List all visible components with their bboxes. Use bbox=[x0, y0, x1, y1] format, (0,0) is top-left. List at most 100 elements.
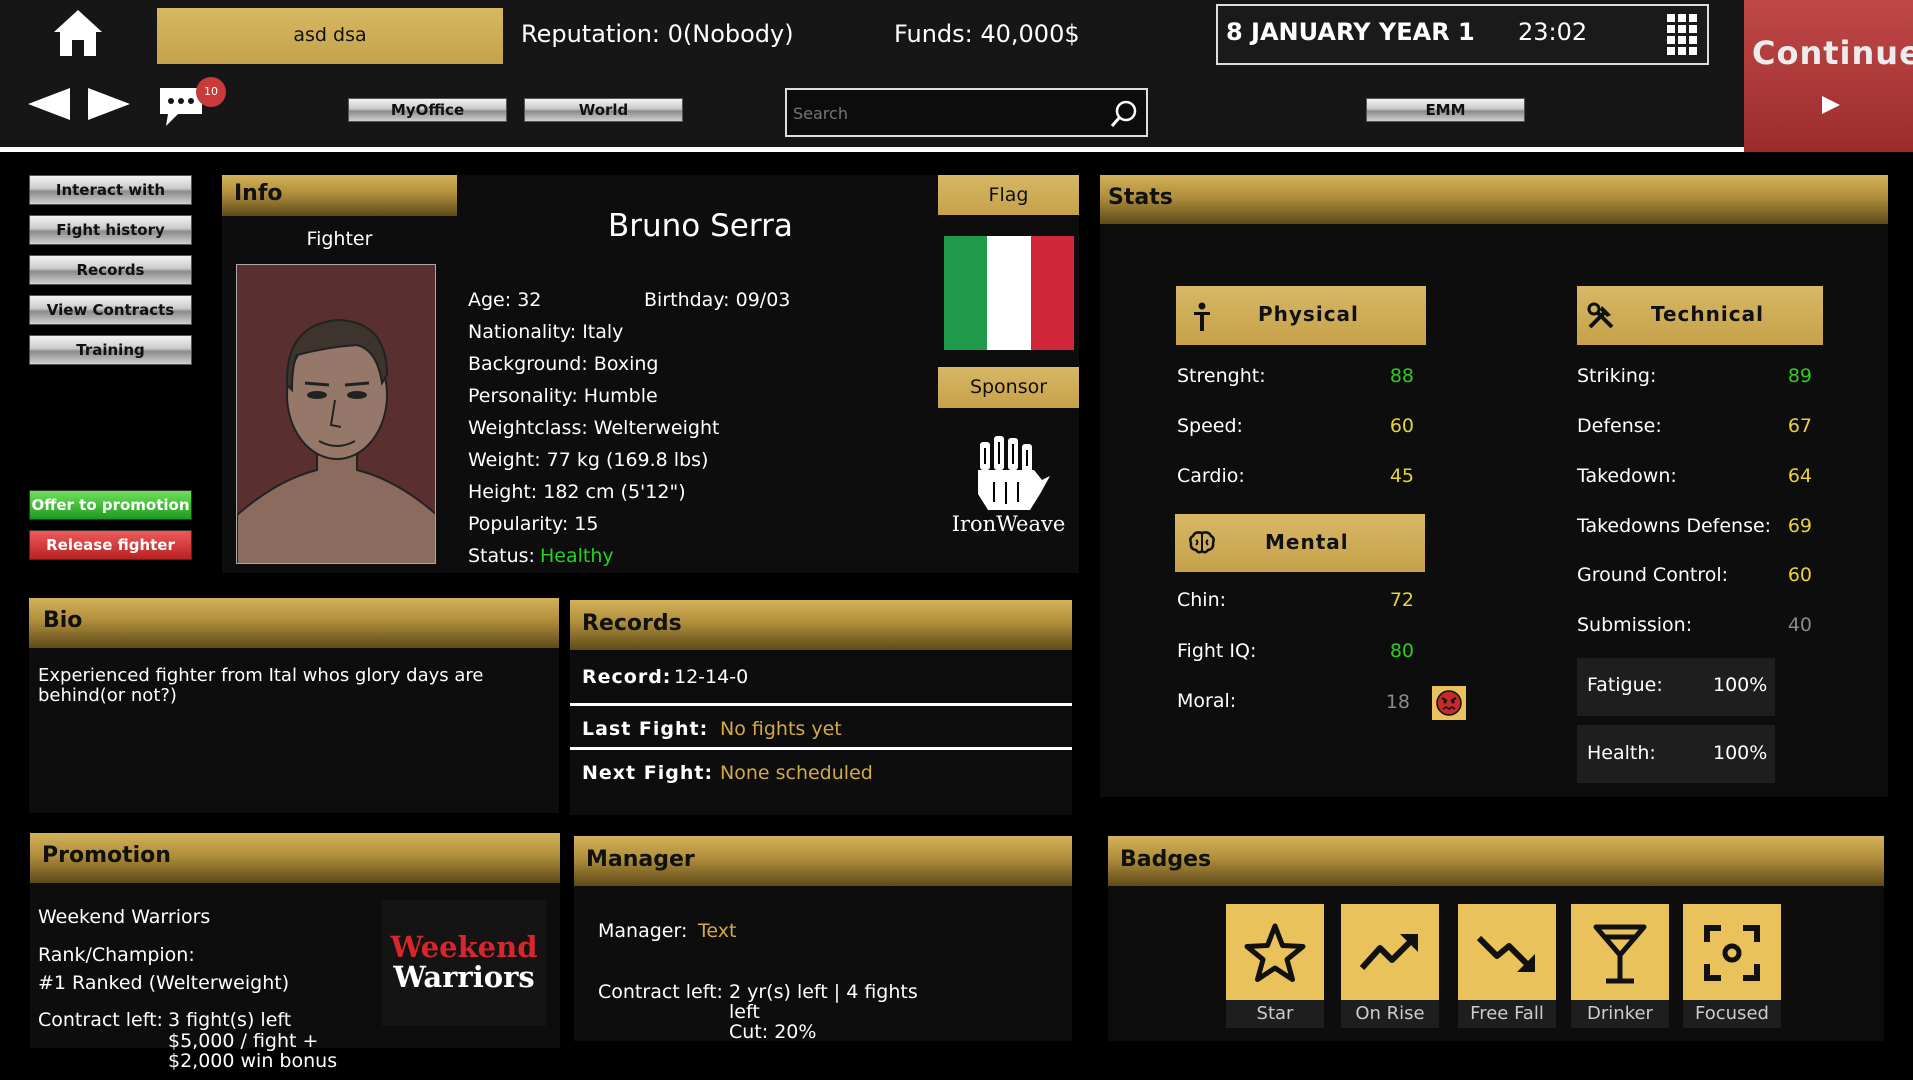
health-label: Health: bbox=[1587, 742, 1656, 764]
manager-contract-line1: 2 yr(s) left | 4 fights bbox=[729, 981, 918, 1003]
calendar-grid-icon[interactable] bbox=[1665, 12, 1699, 56]
badge-drinker-label: Drinker bbox=[1571, 1000, 1669, 1028]
badge-drinker[interactable] bbox=[1571, 904, 1669, 1002]
date-text: 8 JANUARY YEAR 1 bbox=[1226, 18, 1475, 46]
health-value: 100% bbox=[1713, 742, 1768, 764]
stat-fightiq-value: 80 bbox=[1389, 640, 1414, 662]
last-fight-row: Last Fight: No fights yet bbox=[570, 710, 1072, 750]
cocktail-icon bbox=[1593, 924, 1647, 984]
fighter-weightclass: Weightclass: Welterweight bbox=[468, 417, 720, 439]
badge-star[interactable] bbox=[1226, 904, 1324, 1002]
records-button[interactable]: Records bbox=[29, 255, 192, 285]
info-header: Info bbox=[222, 175, 457, 216]
fighter-personality: Personality: Humble bbox=[468, 385, 658, 407]
fighter-background: Background: Boxing bbox=[468, 353, 659, 375]
search-input[interactable] bbox=[793, 100, 1093, 126]
technical-header: Technical bbox=[1577, 286, 1823, 345]
promotion-rank-value: #1 Ranked (Welterweight) bbox=[38, 972, 290, 994]
fighter-name: Bruno Serra bbox=[608, 208, 793, 244]
fighter-nationality: Nationality: Italy bbox=[468, 321, 624, 343]
manager-contract-line2: left bbox=[729, 1001, 760, 1023]
stat-submission-value: 40 bbox=[1787, 614, 1812, 636]
stat-defense-label: Defense: bbox=[1577, 415, 1662, 437]
continue-label: Continue bbox=[1752, 34, 1913, 72]
mental-header: Mental bbox=[1175, 514, 1425, 572]
promotion-logo-line2: Warriors bbox=[393, 960, 535, 994]
promotion-logo-line1: Weekend bbox=[390, 930, 538, 964]
back-arrow-icon[interactable] bbox=[26, 86, 72, 122]
time-text: 23:02 bbox=[1518, 18, 1588, 46]
physical-header: Physical bbox=[1176, 286, 1426, 345]
search-box[interactable] bbox=[785, 88, 1148, 137]
manager-contract-line3: Cut: 20% bbox=[729, 1021, 817, 1043]
stat-fightiq-label: Fight IQ: bbox=[1177, 640, 1257, 662]
trend-down-icon bbox=[1476, 935, 1535, 972]
nav-myoffice-button[interactable]: MyOffice bbox=[348, 98, 507, 122]
badge-free-fall[interactable] bbox=[1458, 904, 1556, 1002]
tools-icon bbox=[1587, 302, 1614, 329]
release-fighter-button[interactable]: Release fighter bbox=[29, 530, 192, 560]
manager-name-button[interactable]: asd dsa bbox=[157, 8, 503, 64]
promotion-logo: Weekend Warriors bbox=[382, 900, 546, 1026]
badge-star-label: Star bbox=[1226, 1000, 1324, 1028]
brain-icon bbox=[1189, 531, 1215, 554]
record-label: Record: bbox=[582, 666, 672, 688]
stat-takedown-label: Takedown: bbox=[1577, 465, 1677, 487]
badge-on-rise[interactable] bbox=[1341, 904, 1439, 1002]
stat-takedown-value: 64 bbox=[1787, 465, 1812, 487]
fatigue-box: Fatigue: 100% bbox=[1577, 658, 1775, 716]
next-fight-value: None scheduled bbox=[720, 762, 873, 784]
manager-label: Manager: bbox=[598, 920, 688, 942]
stat-chin-value: 72 bbox=[1389, 589, 1414, 611]
technical-header-label: Technical bbox=[1651, 302, 1764, 326]
fighter-birthday: Birthday: 09/03 bbox=[644, 289, 791, 311]
nav-world-button[interactable]: World bbox=[524, 98, 683, 122]
physical-header-label: Physical bbox=[1258, 302, 1359, 326]
promotion-contract-line2: $5,000 / fight + bbox=[168, 1030, 319, 1052]
view-contracts-button[interactable]: View Contracts bbox=[29, 295, 192, 325]
funds-text: Funds: 40,000$ bbox=[894, 20, 1080, 48]
promotion-contract-line3: $2,000 win bonus bbox=[168, 1050, 338, 1072]
fighter-weight: Weight: 77 kg (169.8 lbs) bbox=[468, 449, 709, 471]
badge-on-rise-label: On Rise bbox=[1341, 1000, 1439, 1028]
badge-free-fall-label: Free Fall bbox=[1458, 1000, 1556, 1028]
angry-face-icon[interactable] bbox=[1432, 686, 1466, 720]
forward-arrow-icon[interactable] bbox=[86, 86, 132, 122]
record-value: 12-14-0 bbox=[674, 666, 749, 688]
fighter-portrait bbox=[236, 264, 436, 564]
star-icon bbox=[1244, 923, 1306, 982]
stat-chin-label: Chin: bbox=[1177, 589, 1227, 611]
nav-emm-button[interactable]: EMM bbox=[1366, 98, 1525, 122]
badge-focused[interactable] bbox=[1683, 904, 1781, 1002]
bio-header: Bio bbox=[29, 598, 559, 648]
reputation-text: Reputation: 0(Nobody) bbox=[521, 20, 794, 48]
play-icon bbox=[1822, 96, 1840, 114]
interact-with-button[interactable]: Interact with bbox=[29, 175, 192, 205]
fighter-height: Height: 182 cm (5'12") bbox=[468, 481, 686, 503]
last-fight-label: Last Fight: bbox=[582, 718, 709, 740]
stat-takedown-defense-value: 69 bbox=[1787, 515, 1812, 537]
promotion-header: Promotion bbox=[30, 833, 560, 883]
search-icon[interactable] bbox=[1109, 99, 1139, 129]
stat-ground-control-value: 60 bbox=[1787, 564, 1812, 586]
promotion-rank-label: Rank/Champion: bbox=[38, 944, 195, 966]
stats-header: Stats bbox=[1100, 175, 1888, 224]
stat-striking-value: 89 bbox=[1787, 365, 1812, 387]
promotion-contract-line1: 3 fight(s) left bbox=[168, 1009, 292, 1031]
stat-strength-label: Strenght: bbox=[1177, 365, 1266, 387]
fight-history-button[interactable]: Fight history bbox=[29, 215, 192, 245]
mental-header-label: Mental bbox=[1265, 530, 1349, 554]
home-icon[interactable] bbox=[52, 8, 104, 58]
continue-button[interactable]: Continue bbox=[1744, 0, 1913, 152]
training-button[interactable]: Training bbox=[29, 335, 192, 365]
manager-value[interactable]: Text bbox=[698, 920, 736, 942]
stat-speed-value: 60 bbox=[1389, 415, 1414, 437]
fighter-status-value: Healthy bbox=[540, 545, 614, 567]
offer-to-promotion-button[interactable]: Offer to promotion bbox=[29, 490, 192, 520]
stat-submission-label: Submission: bbox=[1577, 614, 1693, 636]
fighter-age: Age: 32 bbox=[468, 289, 542, 311]
badges-header: Badges bbox=[1108, 836, 1884, 886]
next-fight-row: Next Fight: None scheduled bbox=[570, 754, 1072, 794]
trend-up-icon bbox=[1359, 934, 1418, 971]
stat-cardio-value: 45 bbox=[1389, 465, 1414, 487]
